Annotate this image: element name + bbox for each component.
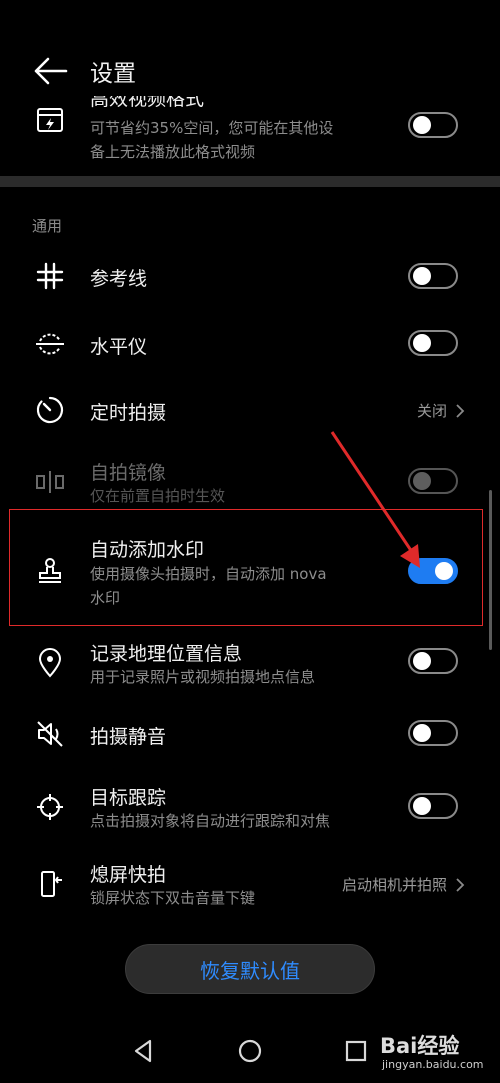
item-title: 目标跟踪: [90, 787, 167, 809]
timer-value-text: 关闭: [416, 402, 447, 420]
annotation-arrow-icon: [330, 431, 420, 568]
settings-item-level[interactable]: 水平仪: [0, 320, 500, 368]
item-title: 高效视频格式: [90, 96, 205, 110]
item-title: 记录地理位置信息: [90, 643, 243, 665]
grid-icon: [30, 256, 70, 296]
chevron-right-icon: [456, 403, 465, 418]
watermark-logo: Bai经验: [380, 1034, 460, 1058]
tracking-toggle[interactable]: [408, 793, 458, 819]
baidu-jingyan-watermark: Bai经验 jingyan.baidu.com: [380, 1030, 498, 1080]
target-icon: [30, 787, 70, 827]
settings-item-mute[interactable]: 拍摄静音: [0, 710, 500, 758]
item-title: 拍摄静音: [90, 726, 167, 748]
header: 设置: [0, 0, 500, 100]
nav-recents-icon[interactable]: [341, 1036, 371, 1066]
scrollbar[interactable]: [489, 490, 492, 650]
mirror-icon: [30, 462, 70, 502]
timer-icon: [30, 390, 70, 430]
back-arrow-icon[interactable]: [32, 55, 68, 87]
location-icon: [30, 643, 70, 683]
item-desc: 点击拍摄对象将自动进行跟踪和对焦: [90, 812, 331, 830]
item-desc: 用于记录照片或视频拍摄地点信息: [90, 668, 316, 686]
item-desc: 仅在前置自拍时生效: [90, 487, 226, 505]
chevron-right-icon: [456, 877, 465, 892]
quick-snap-icon: [30, 864, 70, 904]
gridlines-toggle[interactable]: [408, 263, 458, 289]
item-title: 水平仪: [90, 336, 148, 358]
section-divider: [0, 176, 500, 187]
video-format-icon: [30, 100, 70, 140]
item-desc: 锁屏状态下双击音量下键: [90, 889, 256, 907]
item-title: 参考线: [90, 268, 148, 290]
mute-toggle[interactable]: [408, 720, 458, 746]
nav-back-icon[interactable]: [128, 1036, 158, 1066]
section-header-general: 通用: [32, 217, 63, 235]
page-title: 设置: [90, 61, 136, 87]
efficient-video-toggle[interactable]: [408, 112, 458, 138]
quick-snap-value-text: 启动相机并拍照: [341, 876, 447, 894]
quick-snap-value[interactable]: 启动相机并拍照: [342, 874, 465, 895]
settings-item-gridlines[interactable]: 参考线: [0, 252, 500, 300]
mute-icon: [30, 714, 70, 754]
timer-value[interactable]: 关闭: [417, 400, 465, 421]
nav-home-icon[interactable]: [235, 1036, 265, 1066]
restore-defaults-button[interactable]: 恢复默认值: [125, 944, 375, 994]
location-toggle[interactable]: [408, 648, 458, 674]
item-title: 熄屏快拍: [90, 864, 167, 886]
level-toggle[interactable]: [408, 330, 458, 356]
item-desc-line2: 备上无法播放此格式视频: [90, 143, 256, 161]
settings-item-location[interactable]: 记录地理位置信息 用于记录照片或视频拍摄地点信息: [0, 637, 500, 693]
item-title: 定时拍摄: [90, 402, 167, 424]
settings-item-quick-snap[interactable]: 熄屏快拍 锁屏状态下双击音量下键 启动相机并拍照: [0, 858, 500, 914]
watermark-url: jingyan.baidu.com: [382, 1058, 484, 1071]
item-title: 自拍镜像: [90, 462, 167, 484]
settings-item-tracking[interactable]: 目标跟踪 点击拍摄对象将自动进行跟踪和对焦: [0, 781, 500, 837]
settings-item-efficient-video[interactable]: 高效视频格式 可节省约35%空间，您可能在其他设 备上无法播放此格式视频: [0, 96, 500, 174]
level-icon: [30, 324, 70, 364]
item-desc-line1: 可节省约35%空间，您可能在其他设: [90, 119, 334, 137]
